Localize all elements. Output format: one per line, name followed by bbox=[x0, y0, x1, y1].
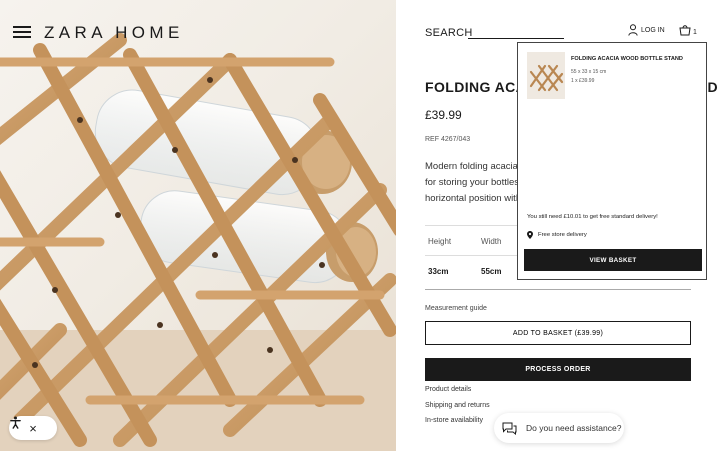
basket-item-name[interactable]: FOLDING ACACIA WOOD BOTTLE STAND bbox=[571, 56, 683, 62]
accessibility-icon[interactable] bbox=[9, 416, 22, 429]
dimension-header-width: Width bbox=[481, 237, 502, 246]
description-line: horizontal position without them bbox=[425, 193, 521, 204]
assistance-chat-button[interactable]: Do you need assistance? bbox=[494, 413, 624, 443]
user-icon bbox=[628, 24, 638, 36]
chat-icon bbox=[502, 422, 517, 435]
store-availability-link[interactable]: In-store availability bbox=[425, 417, 483, 424]
description-line: Modern folding acacia wood bottle stand, bbox=[425, 161, 521, 172]
basket-item-image bbox=[529, 64, 564, 92]
process-order-button[interactable]: PROCESS ORDER bbox=[425, 358, 691, 381]
search-underline[interactable] bbox=[468, 38, 564, 39]
dimension-value-width: 55cm bbox=[481, 267, 502, 276]
product-ref: REF 4267/043 bbox=[425, 136, 471, 143]
menu-icon[interactable] bbox=[13, 26, 31, 38]
view-basket-button[interactable]: VIEW BASKET bbox=[524, 249, 702, 271]
dimension-value-height: 33cm bbox=[428, 267, 449, 276]
free-store-delivery: Free store delivery bbox=[527, 231, 587, 239]
assistance-label: Do you need assistance? bbox=[526, 423, 622, 433]
description-line: for storing your bottles in a bbox=[425, 177, 521, 188]
basket-popup: FOLDING ACACIA WOOD BOTTLE STAND 55 x 33… bbox=[517, 42, 707, 280]
basket-count: 1 bbox=[693, 29, 697, 36]
free-delivery-message: You still need £10.01 to get free standa… bbox=[527, 214, 658, 220]
add-to-basket-button[interactable]: ADD TO BASKET (£39.99) bbox=[425, 321, 691, 345]
product-details-link[interactable]: Product details bbox=[425, 386, 471, 393]
brand-logo[interactable]: ZARA HOME bbox=[44, 23, 184, 43]
product-image[interactable]: ZARA HOME × bbox=[0, 0, 396, 451]
shipping-returns-link[interactable]: Shipping and returns bbox=[425, 402, 490, 409]
basket-item-thumbnail[interactable] bbox=[527, 52, 565, 99]
dimension-header-height: Height bbox=[428, 237, 452, 246]
measurement-guide-link[interactable]: Measurement guide bbox=[425, 305, 487, 312]
dimensions-divider bbox=[425, 289, 691, 290]
basket-link[interactable]: 1 bbox=[679, 24, 697, 36]
login-label: LOG IN bbox=[641, 26, 665, 34]
product-description: Modern folding acacia wood bottle stand,… bbox=[425, 159, 521, 207]
login-link[interactable]: LOG IN bbox=[628, 24, 665, 36]
basket-icon bbox=[679, 25, 691, 36]
wine-rack-illustration bbox=[0, 33, 396, 451]
search-link[interactable]: SEARCH bbox=[425, 27, 473, 39]
close-icon[interactable]: × bbox=[29, 422, 37, 435]
basket-item-size: 55 x 33 x 15 cm bbox=[571, 69, 607, 75]
free-store-delivery-label: Free store delivery bbox=[538, 232, 587, 238]
accessibility-widget[interactable]: × bbox=[9, 416, 57, 440]
basket-item-quantity: 1 x £39.99 bbox=[571, 78, 595, 84]
product-price: £39.99 bbox=[425, 108, 462, 122]
location-pin-icon bbox=[527, 231, 533, 239]
